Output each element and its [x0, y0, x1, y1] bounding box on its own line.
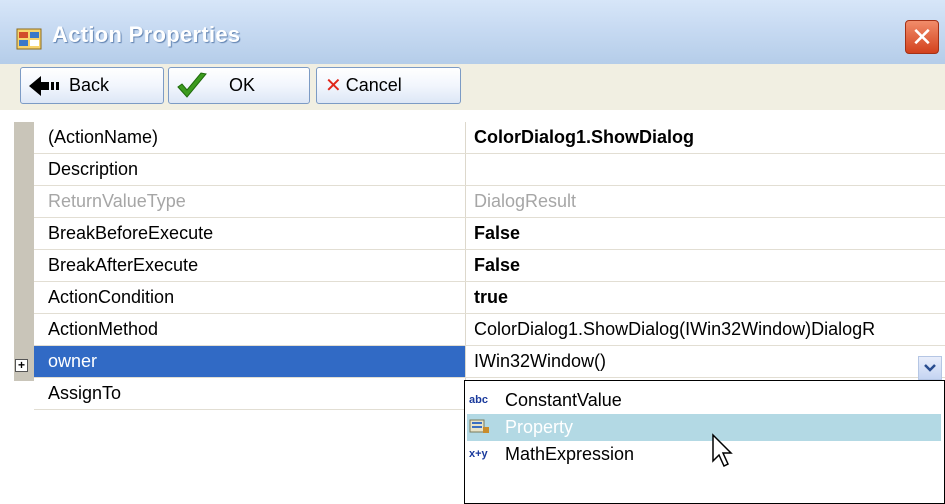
- property-row-breakafterexecute[interactable]: BreakAfterExecute False: [34, 250, 945, 282]
- dropdown-button[interactable]: [918, 356, 942, 380]
- property-value[interactable]: False: [474, 250, 520, 281]
- property-row-returnvaluetype[interactable]: ReturnValueType DialogResult: [34, 186, 945, 218]
- property-name: AssignTo: [48, 383, 122, 403]
- property-row-actioncondition[interactable]: ActionCondition true: [34, 282, 945, 314]
- value-type-dropdown: abc ConstantValue Property x+y MathExpre…: [464, 380, 945, 504]
- column-divider: [465, 154, 466, 185]
- dropdown-item-label: ConstantValue: [505, 390, 622, 410]
- property-name: ActionCondition: [48, 287, 175, 307]
- ok-button[interactable]: OK: [168, 67, 310, 104]
- column-divider: [465, 346, 466, 377]
- property-row-owner[interactable]: owner IWin32Window(): [34, 346, 945, 378]
- grid-gutter: [14, 122, 34, 381]
- checkmark-icon: [177, 71, 207, 98]
- back-arrow-icon: [29, 75, 59, 96]
- close-button[interactable]: ✕: [905, 20, 939, 54]
- dropdown-item-mathexpression[interactable]: x+y MathExpression: [467, 441, 941, 468]
- x-icon: ✕: [325, 75, 342, 97]
- abc-icon: abc: [469, 394, 488, 406]
- column-divider: [465, 186, 466, 217]
- app-icon: [16, 28, 42, 50]
- property-row-actionmethod[interactable]: ActionMethod ColorDialog1.ShowDialog(IWi…: [34, 314, 945, 346]
- close-icon: ✕: [911, 22, 933, 52]
- property-value[interactable]: ColorDialog1.ShowDialog: [474, 122, 694, 153]
- window-title: Action Properties: [52, 22, 241, 47]
- property-value[interactable]: IWin32Window(): [474, 346, 606, 377]
- property-value[interactable]: ColorDialog1.ShowDialog(IWin32Window)Dia…: [474, 314, 875, 345]
- dropdown-item-property[interactable]: Property: [467, 414, 941, 441]
- property-row-actionname[interactable]: (ActionName) ColorDialog1.ShowDialog: [34, 122, 945, 154]
- math-expression-icon: x+y: [469, 448, 488, 460]
- property-value[interactable]: False: [474, 218, 520, 249]
- property-row-description[interactable]: Description: [34, 154, 945, 186]
- expand-plus-icon[interactable]: +: [15, 359, 28, 372]
- column-divider: [465, 218, 466, 249]
- column-divider: [465, 314, 466, 345]
- chevron-down-icon: [924, 364, 936, 372]
- property-name: Description: [48, 159, 139, 179]
- cancel-button[interactable]: ✕ Cancel: [316, 67, 461, 104]
- property-name: ActionMethod: [48, 319, 159, 339]
- ok-label: OK: [229, 75, 256, 95]
- property-name: owner: [48, 351, 98, 371]
- property-value: DialogResult: [474, 191, 577, 211]
- property-name: BreakBeforeExecute: [48, 223, 214, 243]
- column-divider: [465, 282, 466, 313]
- property-name: (ActionName): [48, 127, 159, 147]
- back-label: Back: [69, 75, 110, 95]
- dropdown-item-label: Property: [505, 417, 574, 437]
- property-name: ReturnValueType: [48, 191, 186, 211]
- property-name: BreakAfterExecute: [48, 255, 199, 275]
- title-bar: Action Properties ✕: [0, 0, 945, 65]
- back-button[interactable]: Back: [20, 67, 164, 104]
- column-divider: [465, 250, 466, 281]
- property-row-breakbeforeexecute[interactable]: BreakBeforeExecute False: [34, 218, 945, 250]
- selection-highlight: [34, 346, 465, 377]
- mouse-cursor-icon: [712, 433, 733, 468]
- cancel-label: Cancel: [345, 75, 402, 95]
- column-divider: [465, 122, 466, 153]
- property-icon: [469, 419, 489, 433]
- dropdown-item-constantvalue[interactable]: abc ConstantValue: [467, 387, 941, 414]
- toolbar: Back OK ✕ Cancel: [0, 64, 945, 110]
- dropdown-item-label: MathExpression: [505, 444, 635, 464]
- property-value[interactable]: true: [474, 282, 508, 313]
